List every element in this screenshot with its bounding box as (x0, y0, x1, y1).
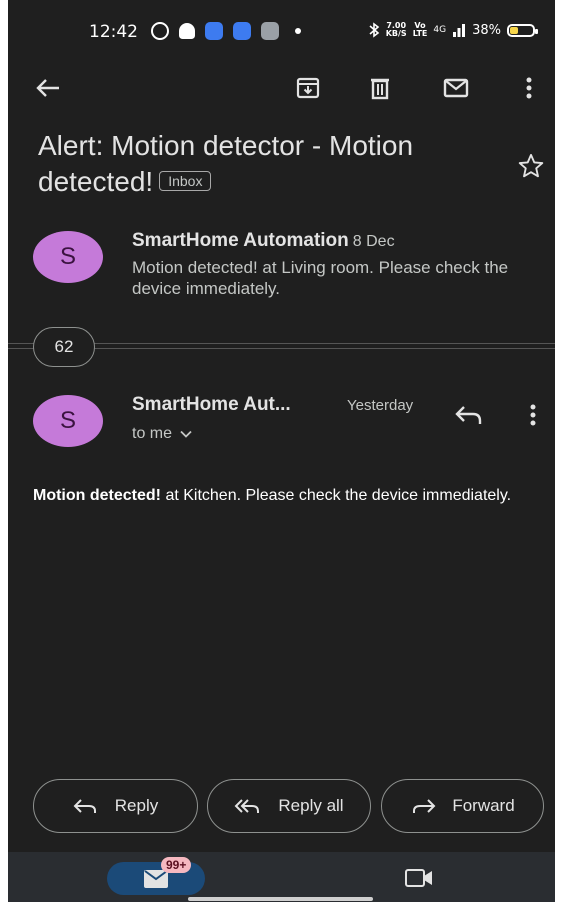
bottom-navigation: 99+ (8, 852, 555, 902)
sender-name: SmartHome Automation (132, 230, 349, 251)
avatar[interactable]: S (33, 231, 103, 283)
toolbar (8, 66, 555, 110)
forward-label: Forward (452, 796, 515, 815)
nav-meet-tab[interactable] (402, 866, 436, 890)
unread-badge: 99+ (161, 857, 192, 873)
message-body: Motion detected! at Kitchen. Please chec… (33, 487, 543, 505)
volte-indicator: Vo LTE (412, 21, 428, 38)
body-text: at Kitchen. Please check the device imme… (161, 487, 512, 504)
subject-text: Alert: Motion detector - Motion detected… (38, 130, 414, 197)
home-indicator[interactable] (188, 897, 373, 901)
star-button[interactable] (517, 152, 545, 180)
network-type: 4G (433, 25, 447, 35)
snapchat-icon (179, 23, 195, 39)
delete-button[interactable] (364, 72, 396, 104)
app-icon (233, 22, 251, 40)
back-arrow-icon (36, 79, 59, 97)
status-time: 12:42 (89, 22, 138, 42)
app-icon (205, 22, 223, 40)
forward-button[interactable]: Forward (381, 779, 544, 833)
reply-all-label: Reply all (278, 796, 344, 815)
inbox-label[interactable]: Inbox (159, 170, 212, 191)
archive-button[interactable] (292, 72, 324, 104)
reply-label: Reply (114, 796, 159, 815)
more-vert-icon (530, 404, 536, 426)
message-date: 8 Dec (352, 233, 395, 250)
message-snippet: Motion detected! at Living room. Please … (132, 258, 509, 298)
reply-all-icon (234, 799, 260, 813)
star-icon (518, 153, 544, 178)
battery-icon (507, 23, 538, 37)
battery-level (510, 26, 519, 34)
archive-icon (296, 77, 320, 99)
collapsed-messages-count[interactable]: 62 (33, 327, 95, 367)
video-icon (405, 869, 432, 887)
sender-row: SmartHome Automation 8 Dec (132, 230, 395, 252)
message-date: Yesterday (347, 397, 414, 414)
system-status: 7.00 KB/S Vo LTE 4G 38% (368, 21, 538, 38)
avatar[interactable]: S (33, 395, 103, 447)
email-subject: Alert: Motion detector - Motion detected… (38, 128, 488, 200)
delete-icon (371, 78, 389, 100)
more-options-button[interactable] (513, 72, 545, 104)
whatsapp-icon (151, 22, 169, 40)
mail-icon (443, 78, 469, 98)
network-speed: 7.00 KB/S (385, 21, 407, 38)
reply-all-button[interactable]: Reply all (207, 779, 371, 833)
chevron-down-icon (180, 430, 192, 438)
notification-icons (151, 22, 301, 40)
reply-icon (73, 799, 96, 813)
battery-percent: 38% (472, 22, 501, 38)
status-bar: 12:42 7.00 KB/S Vo LTE 4G 38% (8, 0, 555, 60)
recipient-text: to me (132, 425, 173, 442)
email-screen: 12:42 7.00 KB/S Vo LTE 4G 38% Alert: Mot… (8, 0, 555, 902)
sender-name: SmartHome Aut... (132, 394, 291, 415)
more-vert-icon (526, 77, 532, 99)
signal-icon (453, 24, 466, 37)
reply-button[interactable]: Reply (33, 779, 198, 833)
reply-icon-button[interactable] (452, 398, 486, 432)
message-more-button[interactable] (518, 400, 548, 430)
bluetooth-icon (369, 22, 379, 38)
more-notifications-dot (295, 28, 301, 34)
forward-icon (413, 799, 436, 813)
back-button[interactable] (32, 72, 64, 104)
reply-icon (455, 406, 482, 424)
recipient-details-toggle[interactable]: to me (132, 425, 192, 443)
mark-unread-button[interactable] (440, 72, 472, 104)
settings-icon (261, 22, 279, 40)
body-bold-text: Motion detected! (33, 487, 161, 504)
